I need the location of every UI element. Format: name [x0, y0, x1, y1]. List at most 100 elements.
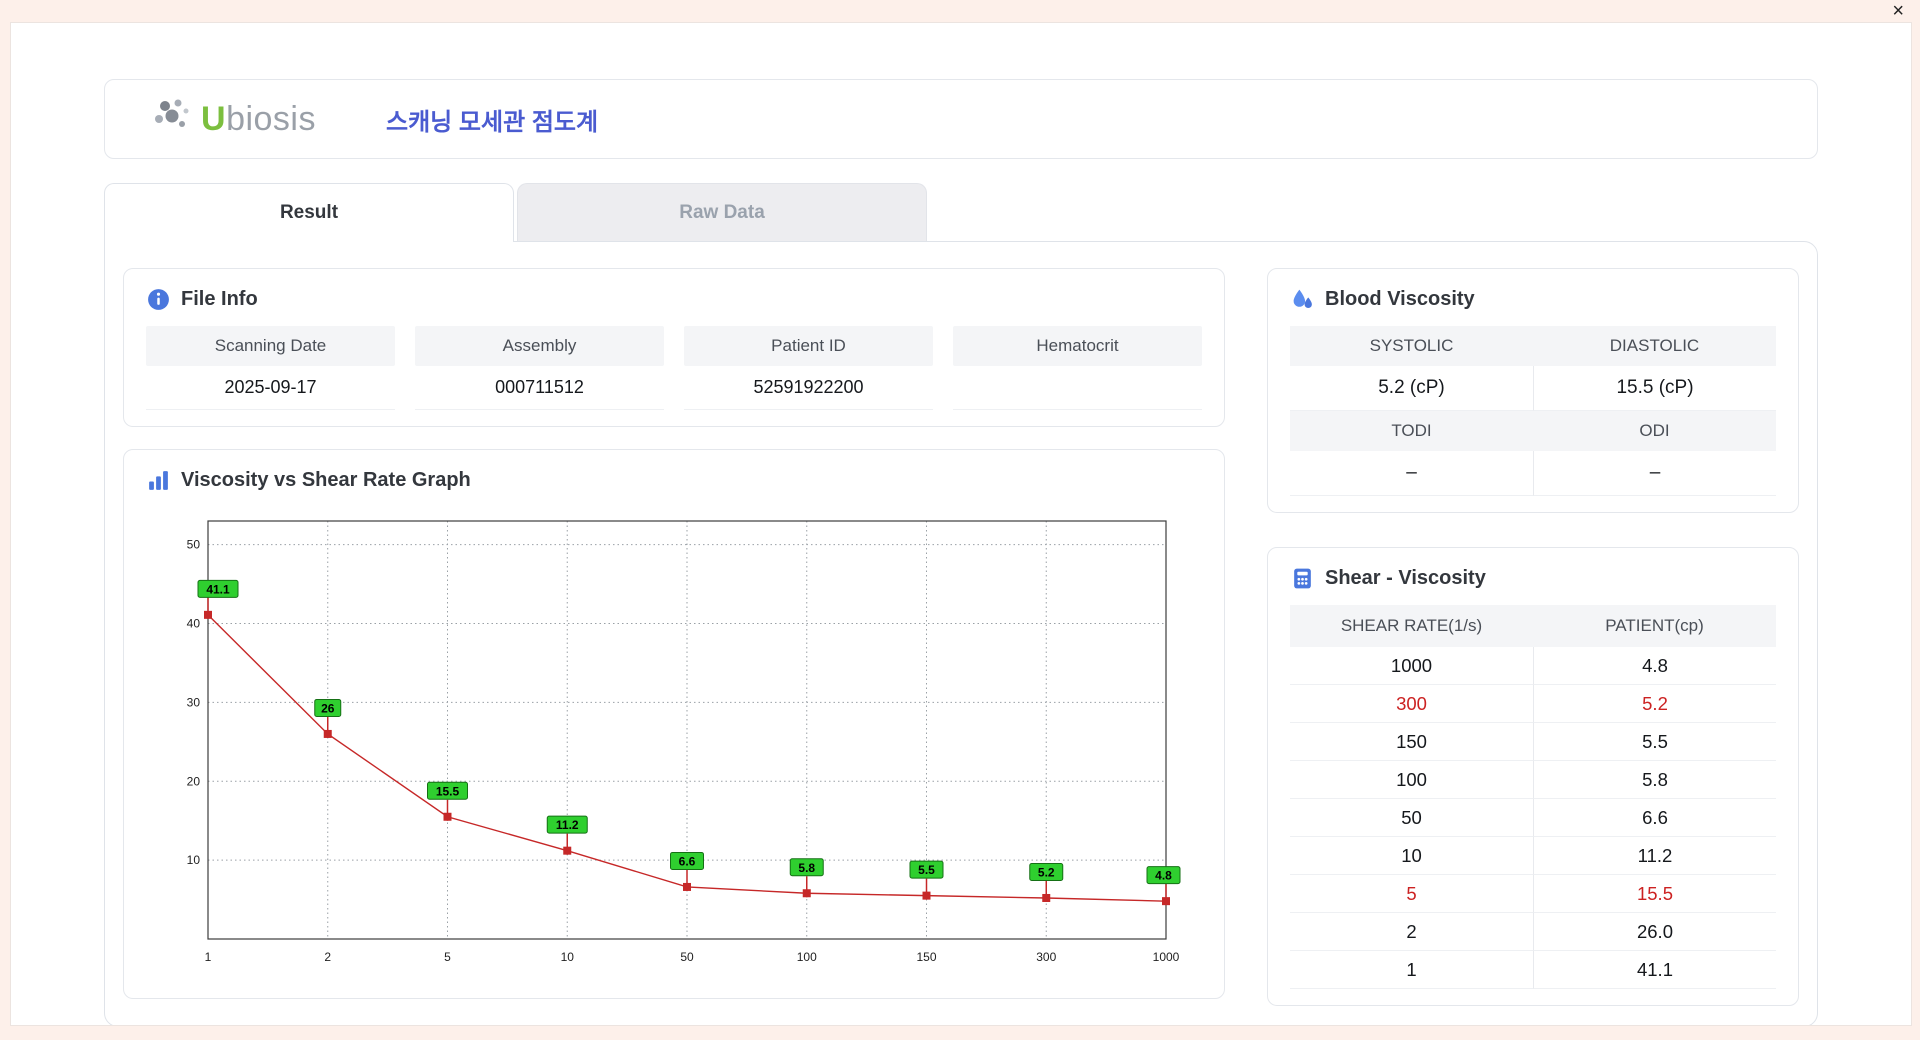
result-panel: File Info Scanning Date Assembly Patient…: [104, 241, 1818, 1025]
shear-rate-value: 150: [1290, 723, 1533, 761]
patient-column-header: PATIENT(cp): [1605, 616, 1704, 635]
shear-rate-value: 2: [1290, 913, 1533, 951]
assembly-label: Assembly: [415, 326, 664, 366]
svg-text:20: 20: [187, 774, 201, 788]
svg-text:100: 100: [797, 950, 817, 964]
svg-text:1000: 1000: [1153, 950, 1180, 964]
graph-header: Viscosity vs Shear Rate Graph: [146, 468, 1202, 493]
patient-viscosity-value: 5.2: [1533, 685, 1776, 723]
diastolic-value: 15.5 (cP): [1533, 366, 1776, 411]
odi-label: ODI: [1533, 411, 1776, 451]
shear-rate-value: 300: [1290, 685, 1533, 723]
assembly-value: 000711512: [415, 366, 664, 410]
svg-text:6.6: 6.6: [679, 854, 696, 868]
left-column: File Info Scanning Date Assembly Patient…: [123, 268, 1225, 999]
shear-rate-value: 1: [1290, 951, 1533, 989]
file-info-title: File Info: [181, 288, 258, 310]
patient-id-label: Patient ID: [684, 326, 933, 366]
calculator-icon: [1294, 568, 1311, 589]
logo-letters-biosis: biosis: [226, 99, 316, 138]
blood-viscosity-table: SYSTOLIC DIASTOLIC 5.2 (cP) 15.5 (cP) TO…: [1290, 326, 1776, 496]
todi-label: TODI: [1290, 411, 1533, 451]
diastolic-label: DIASTOLIC: [1533, 326, 1776, 366]
patient-viscosity-value: 41.1: [1533, 951, 1776, 989]
tab-result[interactable]: Result: [104, 183, 514, 242]
hematocrit-value: [953, 366, 1202, 410]
svg-text:50: 50: [680, 950, 694, 964]
tab-bar: Result Raw Data: [104, 183, 1818, 242]
droplets-icon: [1293, 289, 1312, 309]
ubiosis-logo: Ubiosis: [151, 96, 316, 142]
svg-text:10: 10: [561, 950, 575, 964]
svg-text:5: 5: [444, 950, 451, 964]
svg-text:300: 300: [1036, 950, 1056, 964]
file-info-card: File Info Scanning Date Assembly Patient…: [123, 268, 1225, 427]
shear-viscosity-row: 300 5.2: [1290, 685, 1776, 723]
chart-container: 10 20 30 40 50 1 2 5 10 50 100 150 300 1000 41.1 26 15.5…: [146, 507, 1202, 982]
blood-viscosity-card: Blood Viscosity SYSTOLIC DIASTOLIC 5.2 (…: [1267, 268, 1799, 513]
svg-text:150: 150: [916, 950, 936, 964]
patient-viscosity-value: 5.5: [1533, 723, 1776, 761]
logo-dots-icon: [155, 99, 189, 127]
app-header: Ubiosis 스캐닝 모세관 점도계: [104, 79, 1818, 159]
patient-viscosity-value: 15.5: [1533, 875, 1776, 913]
viscosity-shear-chart: 10 20 30 40 50 1 2 5 10 50 100 150 300 1000 41.1 26 15.5…: [187, 520, 1181, 964]
file-info-header: File Info: [146, 287, 1202, 312]
hematocrit-label: Hematocrit: [953, 326, 1202, 366]
svg-text:5.2: 5.2: [1038, 865, 1055, 879]
shear-rate-value: 5: [1290, 875, 1533, 913]
systolic-label: SYSTOLIC: [1290, 326, 1533, 366]
shear-viscosity-column-headers: SHEAR RATE(1/s) PATIENT(cp): [1290, 605, 1776, 647]
patient-viscosity-value: 4.8: [1533, 647, 1776, 685]
patient-viscosity-value: 26.0: [1533, 913, 1776, 951]
todi-value: –: [1290, 451, 1533, 496]
svg-text:5.5: 5.5: [918, 863, 935, 877]
bar-chart-icon: [149, 471, 168, 490]
svg-text:50: 50: [187, 538, 201, 552]
info-icon: [148, 289, 169, 310]
shear-viscosity-row: 5 15.5: [1290, 875, 1776, 913]
svg-text:26: 26: [321, 701, 335, 715]
patient-viscosity-value: 6.6: [1533, 799, 1776, 837]
tab-raw-data[interactable]: Raw Data: [517, 183, 927, 241]
shear-viscosity-row: 1 41.1: [1290, 951, 1776, 989]
svg-text:41.1: 41.1: [206, 582, 230, 596]
svg-text:30: 30: [187, 695, 201, 709]
svg-text:4.8: 4.8: [1155, 869, 1172, 883]
shear-rate-value: 50: [1290, 799, 1533, 837]
file-info-table: Scanning Date Assembly Patient ID Hemato…: [146, 326, 1202, 410]
shear-rate-value: 1000: [1290, 647, 1533, 685]
shear-viscosity-row: 50 6.6: [1290, 799, 1776, 837]
shear-rate-value: 10: [1290, 837, 1533, 875]
svg-text:15.5: 15.5: [436, 784, 460, 798]
page-title: 스캐닝 모세관 점도계: [386, 108, 599, 136]
svg-text:1: 1: [205, 950, 212, 964]
viscosity-graph-card: Viscosity vs Shear Rate Graph 10 20 30 40 50…: [123, 449, 1225, 999]
shear-viscosity-row: 1000 4.8: [1290, 647, 1776, 685]
close-icon[interactable]: ×: [1892, 0, 1904, 22]
scanning-date-label: Scanning Date: [146, 326, 395, 366]
svg-text:5.8: 5.8: [798, 861, 815, 875]
odi-value: –: [1533, 451, 1776, 496]
blood-viscosity-title: Blood Viscosity: [1325, 288, 1475, 310]
shear-viscosity-row: 100 5.8: [1290, 761, 1776, 799]
patient-viscosity-value: 5.8: [1533, 761, 1776, 799]
svg-text:40: 40: [187, 617, 201, 631]
logo-text: Ubiosis: [201, 100, 316, 139]
logo-letter-u: U: [201, 99, 227, 138]
shear-viscosity-row: 10 11.2: [1290, 837, 1776, 875]
scanning-date-value: 2025-09-17: [146, 366, 395, 410]
right-column: Blood Viscosity SYSTOLIC DIASTOLIC 5.2 (…: [1267, 268, 1799, 1006]
shear-viscosity-rows: 1000 4.8 300 5.2 150 5.5 100 5.8 50 6.6 10 11.2 5 15.…: [1290, 647, 1776, 989]
page-content: Ubiosis 스캐닝 모세관 점도계 Result Raw Data File…: [104, 23, 1818, 1025]
graph-title: Viscosity vs Shear Rate Graph: [181, 469, 471, 491]
shear-viscosity-row: 2 26.0: [1290, 913, 1776, 951]
shear-rate-value: 100: [1290, 761, 1533, 799]
svg-text:10: 10: [187, 853, 201, 867]
patient-viscosity-value: 11.2: [1533, 837, 1776, 875]
patient-id-value: 52591922200: [684, 366, 933, 410]
shear-rate-column-header: SHEAR RATE(1/s): [1340, 616, 1483, 635]
app-window: Ubiosis 스캐닝 모세관 점도계 Result Raw Data File…: [10, 22, 1912, 1026]
blood-viscosity-header: Blood Viscosity: [1290, 287, 1776, 312]
shear-viscosity-title: Shear - Viscosity: [1325, 567, 1486, 589]
